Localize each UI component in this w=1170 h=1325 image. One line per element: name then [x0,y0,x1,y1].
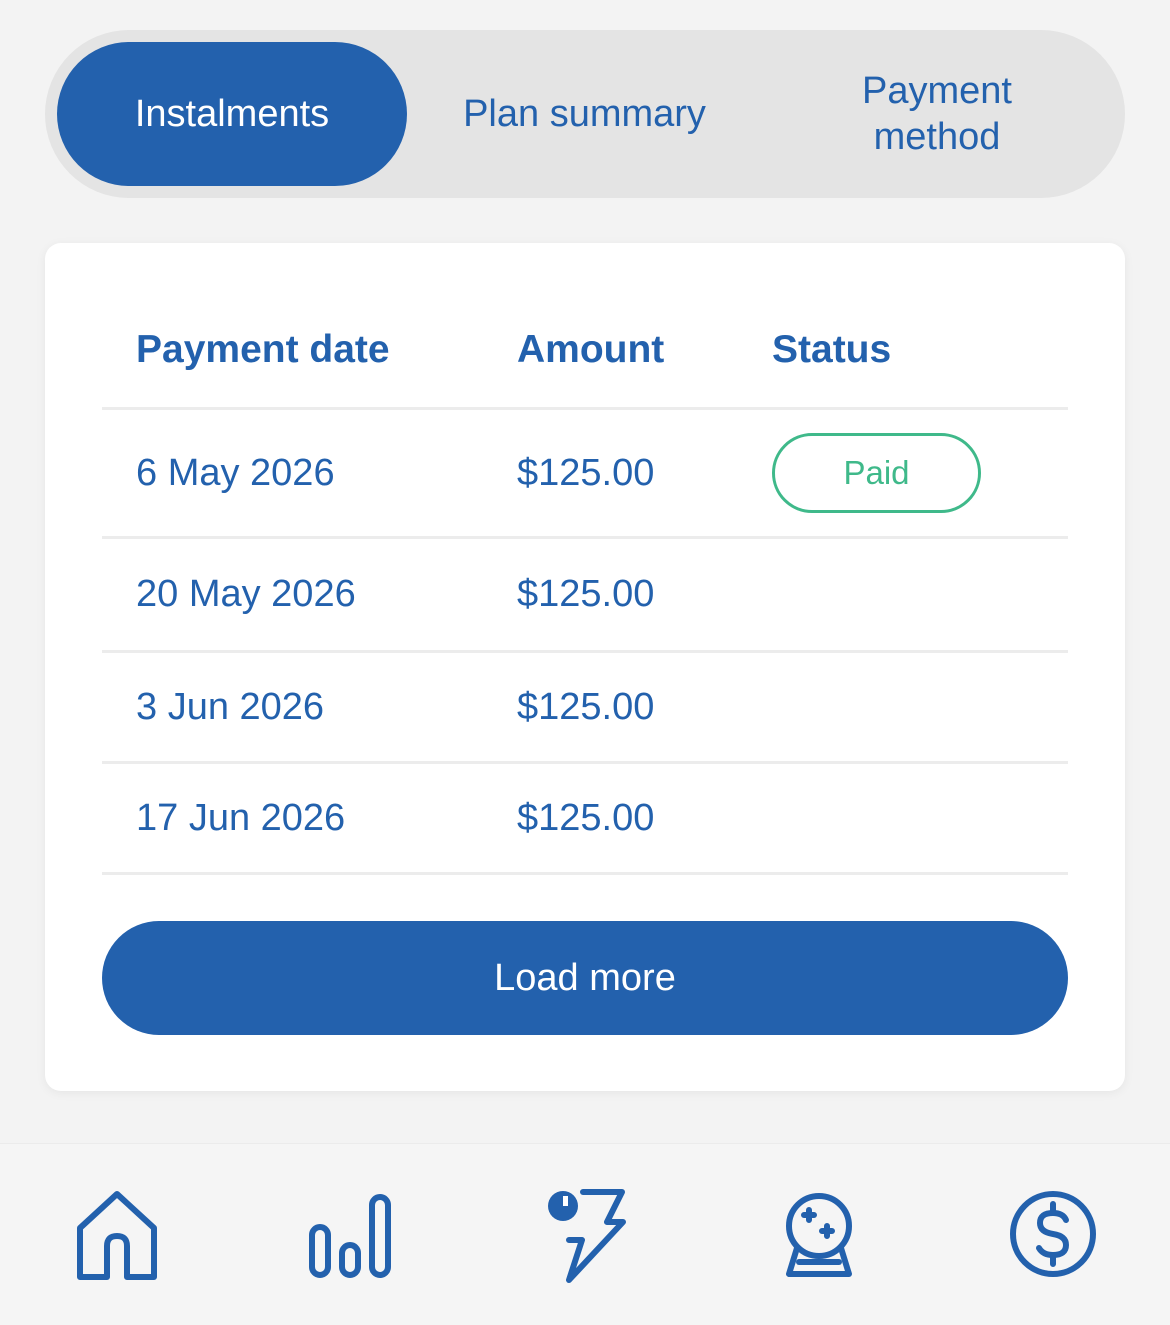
table-row: 17 Jun 2026 $125.00 [102,764,1068,875]
lightning-icon [548,1189,626,1283]
crystal-ball-icon [786,1193,852,1277]
payment-date-cell: 20 May 2026 [136,573,356,615]
load-more-button[interactable]: Load more [102,921,1068,1035]
header-status: Status [772,328,892,371]
table-row: 6 May 2026 $125.00 Paid [102,410,1068,539]
tab-instalments[interactable]: Instalments [57,42,407,186]
bottom-nav-bar [0,1143,1170,1325]
nav-home[interactable] [67,1184,167,1284]
tab-instalments-label: Instalments [134,93,330,135]
amount-cell: $125.00 [517,685,655,728]
nav-boost[interactable] [535,1184,635,1284]
nav-stats[interactable] [300,1184,400,1284]
amount-cell: $125.00 [517,573,655,615]
instalments-card: Payment date Amount Status 6 May 2026 $1… [45,243,1125,1091]
dollar-coin-icon [1010,1191,1096,1277]
home-icon [77,1191,157,1280]
payment-date-cell: 6 May 2026 [136,451,335,494]
amount-cell: $125.00 [517,796,655,839]
instalment-plan-page: Instalments Plan summary Payment method … [0,0,1170,1325]
bar-chart-icon [309,1194,391,1278]
payment-date-cell: 17 Jun 2026 [136,796,346,839]
payment-date-cell: 3 Jun 2026 [136,685,325,728]
tab-payment-method-label: Payment method [862,70,1012,158]
table-header-row: Payment date Amount Status [102,293,1068,410]
table-row: 20 May 2026 $125.00 [102,539,1068,653]
paid-status-badge: Paid [772,433,981,513]
amount-cell: $125.00 [517,451,655,494]
status-cell: Paid [772,410,981,536]
plan-tabs: Instalments Plan summary Payment method [45,30,1125,198]
header-amount: Amount [517,328,665,371]
tab-payment-method[interactable]: Payment method [762,42,1112,186]
tab-plan-summary[interactable]: Plan summary [407,42,762,186]
tab-plan-summary-label: Plan summary [463,93,706,135]
header-payment-date: Payment date [136,328,390,371]
table-row: 3 Jun 2026 $125.00 [102,653,1068,764]
nav-payments[interactable] [1003,1184,1103,1284]
nav-games[interactable] [769,1184,869,1284]
